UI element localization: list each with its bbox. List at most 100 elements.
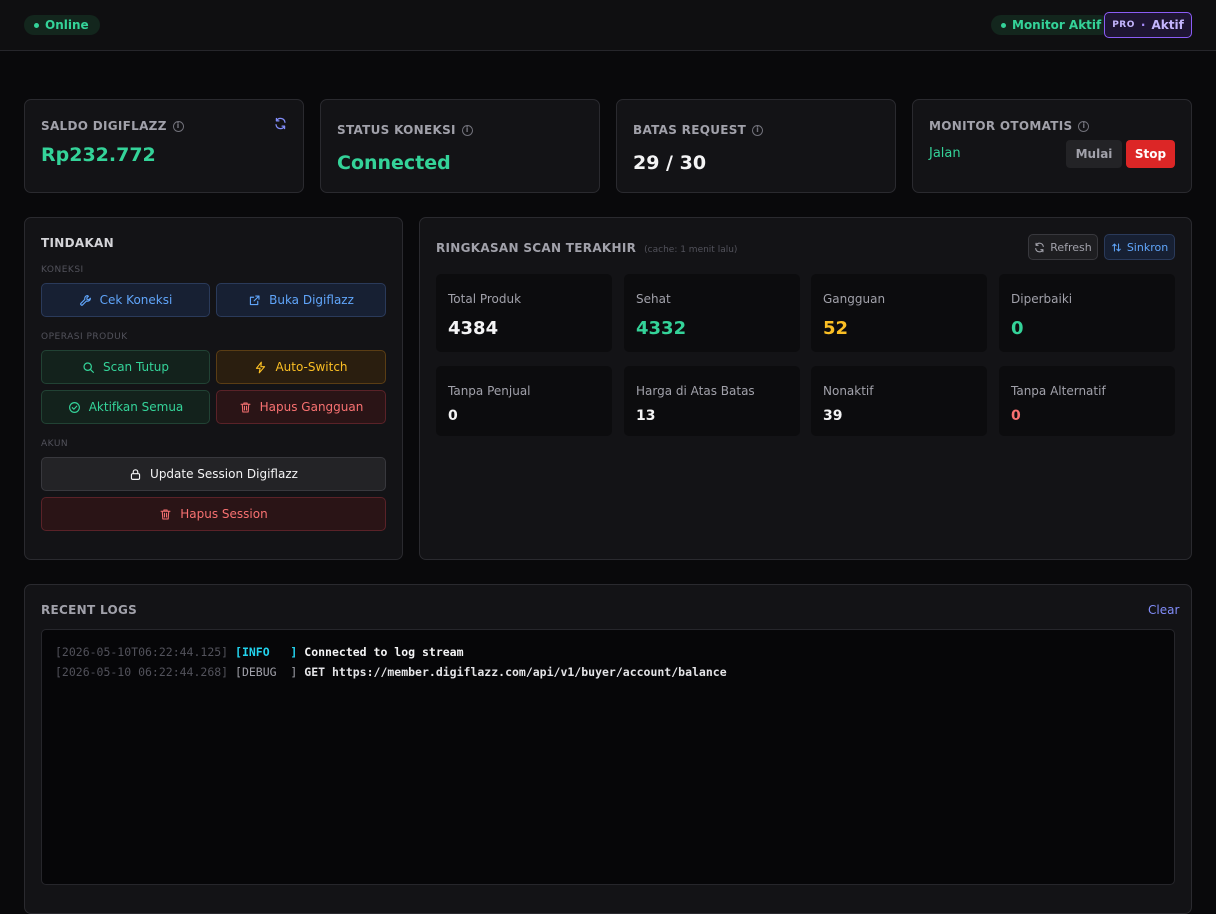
monitor-status-badge: Monitor Aktif	[991, 15, 1111, 35]
clear-logs-button[interactable]: Clear	[1148, 603, 1179, 617]
metric-value: 13	[636, 408, 656, 424]
auto-switch-button[interactable]: Auto-Switch	[216, 350, 386, 384]
koneksi-title: STATUS KONEKSI i	[337, 123, 473, 137]
info-icon[interactable]: i	[461, 124, 473, 136]
metric-value: 4384	[448, 318, 499, 339]
scan-header: RINGKASAN SCAN TERAKHIR (cache: 1 menit …	[436, 241, 737, 255]
hapus-session-label: Hapus Session	[180, 507, 268, 521]
search-icon	[83, 361, 94, 373]
koneksi-card: STATUS KONEKSI i Connected	[320, 99, 600, 193]
metric-tile: Harga di Atas Batas 13	[624, 366, 800, 436]
monitor-state: Jalan	[929, 146, 961, 161]
sinkron-button[interactable]: Sinkron	[1104, 234, 1175, 260]
metric-value: 52	[823, 318, 849, 339]
log-output[interactable]: [2026-05-10T06:22:44.125] [INFO ] Connec…	[41, 629, 1175, 885]
online-label: Online	[45, 18, 89, 32]
cek-koneksi-label: Cek Koneksi	[99, 293, 173, 307]
hapus-gangguan-button[interactable]: Hapus Gangguan	[216, 390, 386, 424]
cek-koneksi-button[interactable]: Cek Koneksi	[41, 283, 210, 317]
aktifkan-semua-label: Aktifkan Semua	[88, 400, 184, 414]
batas-title-text: BATAS REQUEST	[633, 123, 747, 137]
log-line: [2026-05-10T06:22:44.125] [INFO ] Connec…	[55, 642, 1161, 662]
log-message: GET https://member.digiflazz.com/api/v1/…	[304, 665, 727, 679]
info-icon[interactable]: i	[172, 120, 184, 132]
metric-label: Total Produk	[448, 292, 522, 306]
monitor-start-button[interactable]: Mulai	[1066, 140, 1122, 168]
logs-card: RECENT LOGS Clear [2026-05-10T06:22:44.1…	[24, 584, 1192, 914]
hapus-session-button[interactable]: Hapus Session	[41, 497, 386, 531]
refresh-icon	[1035, 242, 1045, 252]
scan-tutup-label: Scan Tutup	[102, 360, 170, 374]
section-akun-label: AKUN	[41, 439, 69, 449]
monitor-card: MONITOR OTOMATIS i Jalan Mulai Stop	[912, 99, 1192, 193]
metric-value: 39	[823, 408, 843, 424]
external-link-icon	[249, 294, 260, 305]
sort-arrows-icon	[1112, 243, 1121, 251]
refresh-label: Refresh	[1050, 240, 1092, 254]
buka-digiflazz-button[interactable]: Buka Digiflazz	[216, 283, 386, 317]
koneksi-title-text: STATUS KONEKSI	[337, 123, 456, 137]
metric-value: 0	[448, 408, 458, 424]
metric-value: 0	[1011, 408, 1021, 424]
metric-tile: Nonaktif 39	[811, 366, 987, 436]
scan-cache-note: (cache: 1 menit lalu)	[644, 245, 738, 255]
update-session-button[interactable]: Update Session Digiflazz	[41, 457, 386, 491]
lightning-icon	[256, 361, 266, 373]
sinkron-label: Sinkron	[1126, 240, 1169, 254]
actions-title: TINDAKAN	[41, 236, 114, 250]
scan-summary-card: RINGKASAN SCAN TERAKHIR (cache: 1 menit …	[419, 217, 1192, 560]
batas-value: 29 / 30	[633, 152, 707, 174]
status-dot-icon	[1001, 22, 1006, 28]
trash-icon	[160, 509, 171, 519]
section-koneksi-label: KONEKSI	[41, 265, 84, 275]
refresh-icon[interactable]	[274, 117, 287, 130]
log-line: [2026-05-10 06:22:44.268] [DEBUG ] GET h…	[55, 662, 1161, 682]
plan-label: PRO	[1112, 20, 1135, 30]
aktifkan-semua-button[interactable]: Aktifkan Semua	[41, 390, 210, 424]
metric-value: 4332	[636, 318, 687, 339]
log-timestamp: [2026-05-10 06:22:44.268]	[55, 665, 229, 679]
plan-badge[interactable]: PRO · Aktif	[1104, 12, 1192, 38]
check-circle-icon	[68, 401, 80, 413]
saldo-value: Rp232.772	[41, 144, 156, 166]
batas-title: BATAS REQUEST i	[633, 123, 764, 137]
metric-tile: Diperbaiki 0	[999, 274, 1175, 352]
info-icon[interactable]: i	[1078, 120, 1090, 132]
info-icon[interactable]: i	[752, 124, 764, 136]
metric-label: Sehat	[636, 292, 671, 306]
plan-separator: ·	[1140, 18, 1146, 32]
trash-icon	[240, 402, 251, 412]
batas-card: BATAS REQUEST i 29 / 30	[616, 99, 896, 193]
lock-icon	[130, 468, 141, 480]
log-level: [DEBUG ]	[235, 665, 298, 679]
metric-label: Nonaktif	[823, 384, 874, 398]
log-level: [INFO ]	[235, 645, 298, 659]
scan-tutup-button[interactable]: Scan Tutup	[41, 350, 210, 384]
metric-tile: Gangguan 52	[811, 274, 987, 352]
status-dot-icon	[34, 22, 39, 28]
scan-title: RINGKASAN SCAN TERAKHIR	[436, 241, 637, 255]
actions-card: TINDAKAN KONEKSI Cek Koneksi Buka Digifl…	[24, 217, 403, 560]
hapus-gangguan-label: Hapus Gangguan	[259, 400, 364, 414]
koneksi-value: Connected	[337, 152, 451, 174]
metric-label: Tanpa Penjual	[448, 384, 531, 398]
metric-label: Diperbaiki	[1011, 292, 1073, 306]
metric-value: 0	[1011, 318, 1024, 339]
metric-label: Harga di Atas Batas	[636, 384, 755, 398]
wrench-icon	[79, 294, 91, 306]
section-operasi-label: OPERASI PRODUK	[41, 332, 128, 342]
monitor-title-text: MONITOR OTOMATIS	[929, 119, 1073, 133]
log-message: Connected to log stream	[304, 645, 464, 659]
refresh-button[interactable]: Refresh	[1028, 234, 1098, 260]
saldo-card: SALDO DIGIFLAZZ i Rp232.772	[24, 99, 304, 193]
top-bar: Online Monitor Aktif PRO · Aktif	[0, 0, 1216, 51]
update-session-label: Update Session Digiflazz	[150, 467, 298, 481]
saldo-title-text: SALDO DIGIFLAZZ	[41, 119, 167, 133]
metric-label: Gangguan	[823, 292, 886, 306]
monitor-stop-button[interactable]: Stop	[1126, 140, 1175, 168]
saldo-title: SALDO DIGIFLAZZ i	[41, 119, 184, 133]
metric-tile: Tanpa Penjual 0	[436, 366, 612, 436]
metric-tile: Tanpa Alternatif 0	[999, 366, 1175, 436]
auto-switch-label: Auto-Switch	[275, 360, 348, 374]
metric-tile: Total Produk 4384	[436, 274, 612, 352]
